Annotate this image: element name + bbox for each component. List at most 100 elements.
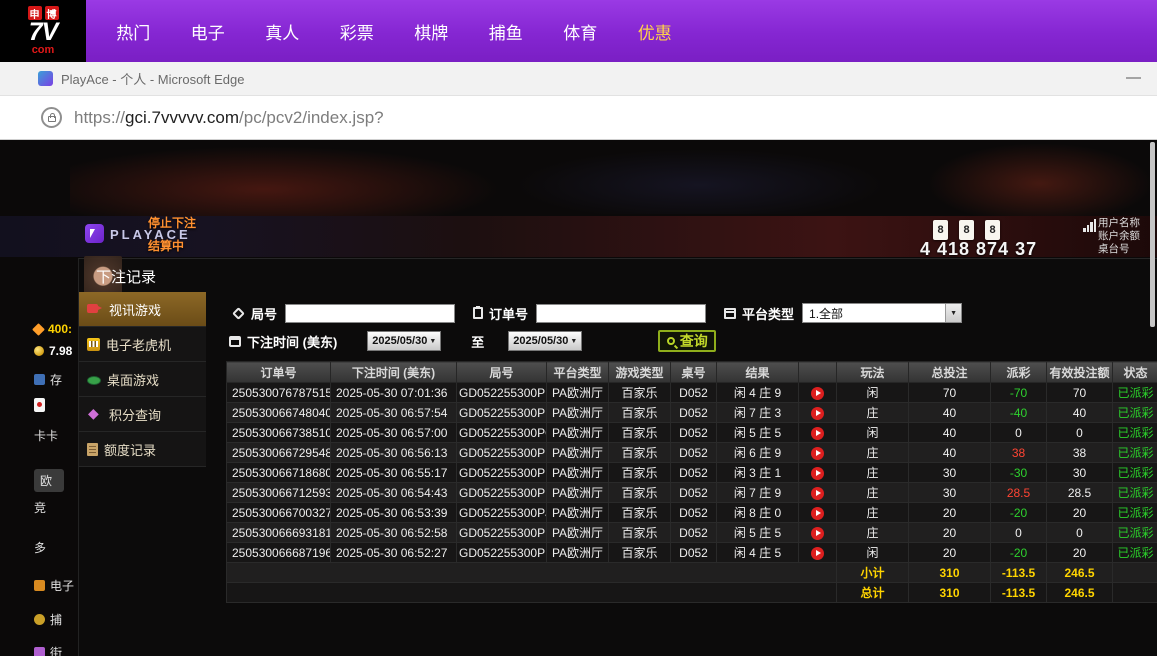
replay-icon[interactable] bbox=[811, 507, 824, 520]
cell-payout: 0 bbox=[991, 523, 1047, 543]
replay-icon[interactable] bbox=[811, 447, 824, 460]
address-bar[interactable]: https://gci.7vvvvv.com/pc/pcv2/index.jsp… bbox=[0, 96, 1157, 140]
cell-play-type: 庄 bbox=[837, 463, 909, 483]
game-status-settling: 结算中 bbox=[148, 237, 184, 254]
cell-round-id: GD052255300PO bbox=[457, 423, 547, 443]
frag-label: 欧 bbox=[40, 472, 52, 489]
round-number-input[interactable] bbox=[285, 304, 455, 323]
column-header: 游戏类型 bbox=[609, 362, 671, 383]
minimize-button[interactable]: — bbox=[1126, 69, 1141, 86]
browser-titlebar: PlayAce - 个人 - Microsoft Edge — bbox=[0, 62, 1157, 96]
replay-icon[interactable] bbox=[811, 547, 824, 560]
table-row: 2505300667186802025-05-30 06:55:17GD0522… bbox=[227, 463, 1157, 483]
nav-item-热门[interactable]: 热门 bbox=[96, 0, 171, 62]
banner-info-label: 桌台号 bbox=[1098, 243, 1140, 256]
replay-icon[interactable] bbox=[811, 407, 824, 420]
platform-type-select[interactable]: 1.全部 ▼ bbox=[802, 303, 962, 323]
modal-menu-item-额度记录[interactable]: 额度记录 bbox=[79, 432, 206, 467]
cell-table-no: D052 bbox=[671, 403, 717, 423]
cell-round-id: GD052255300PJ bbox=[457, 503, 547, 523]
replay-icon[interactable] bbox=[811, 427, 824, 440]
modal-menu-item-积分查询[interactable]: 积分查询 bbox=[79, 397, 206, 432]
to-label: 至 bbox=[471, 332, 484, 351]
cell-total-bet: 40 bbox=[909, 423, 991, 443]
magnifier-icon bbox=[667, 337, 675, 345]
site-logo[interactable]: 申 博 7V com bbox=[0, 0, 86, 62]
cell-status: 已派彩 bbox=[1113, 543, 1157, 563]
url-host: gci.7vvvvv.com bbox=[125, 108, 239, 127]
cell-table-no: D052 bbox=[671, 383, 717, 403]
replay-icon[interactable] bbox=[811, 527, 824, 540]
cell-round-id: GD052255300PU bbox=[457, 383, 547, 403]
modal-menu-item-电子老虎机[interactable]: 电子老虎机 bbox=[79, 327, 206, 362]
fishing-icon bbox=[34, 614, 45, 625]
cell-status: 已派彩 bbox=[1113, 443, 1157, 463]
cell-order-id: 250530066687196 bbox=[227, 543, 331, 563]
nav-item-优惠[interactable]: 优惠 bbox=[618, 0, 693, 62]
replay-icon[interactable] bbox=[811, 467, 824, 480]
frag-label: 多 bbox=[34, 539, 46, 556]
deposit-icon bbox=[34, 374, 45, 385]
filters-row-1: 局号 订单号 平台类型 1.全部 ▼ bbox=[234, 302, 962, 324]
cell-result: 闲 8 庄 0 bbox=[717, 503, 799, 523]
cell-platform: PA欧洲厅 bbox=[547, 383, 609, 403]
modal-menu-item-桌面游戏[interactable]: 桌面游戏 bbox=[79, 362, 206, 397]
cell-table-no: D052 bbox=[671, 443, 717, 463]
nav-item-体育[interactable]: 体育 bbox=[543, 0, 618, 62]
cell-game-type: 百家乐 bbox=[609, 423, 671, 443]
menu-item-label: 视讯游戏 bbox=[109, 300, 161, 319]
table-header-row: 订单号下注时间 (美东)局号平台类型游戏类型桌号结果玩法总投注派彩有效投注额状态 bbox=[227, 362, 1157, 383]
modal-menu-item-视讯游戏[interactable]: 视讯游戏 bbox=[79, 292, 206, 327]
cell-round-id: GD052255300PH bbox=[457, 543, 547, 563]
url-scheme: https:// bbox=[74, 108, 125, 127]
frag-label: 捕 bbox=[50, 611, 62, 628]
nav-item-棋牌[interactable]: 棋牌 bbox=[394, 0, 469, 62]
platform-type-icon bbox=[724, 308, 736, 319]
game-status-stop-betting: 停止下注 bbox=[148, 214, 196, 231]
nav-item-彩票[interactable]: 彩票 bbox=[320, 0, 395, 62]
cell-play-type: 庄 bbox=[837, 523, 909, 543]
total-label: 小计 bbox=[837, 563, 909, 583]
playace-logo-icon bbox=[85, 224, 104, 243]
cell-round-id: GD052255300PM bbox=[457, 463, 547, 483]
column-header: 平台类型 bbox=[547, 362, 609, 383]
modal-menu: 视讯游戏电子老虎机桌面游戏积分查询额度记录 bbox=[79, 292, 206, 467]
round-number-label: 局号 bbox=[251, 304, 277, 323]
cell-valid-bet: 20 bbox=[1047, 503, 1113, 523]
replay-icon[interactable] bbox=[811, 487, 824, 500]
date-to-select[interactable]: 2025/05/30 ▼ bbox=[508, 331, 582, 351]
bet-records-modal: 下注记录 视讯游戏电子老虎机桌面游戏积分查询额度记录 局号 订单号 平台类型 1… bbox=[78, 258, 1157, 656]
cell-order-id: 250530066700327 bbox=[227, 503, 331, 523]
order-number-input[interactable] bbox=[536, 304, 706, 323]
cell-result: 闲 7 庄 9 bbox=[717, 483, 799, 503]
sidebar-fragment: 街 bbox=[34, 644, 62, 656]
playing-card: 8 bbox=[933, 220, 948, 240]
cell-replay bbox=[799, 383, 837, 403]
search-button[interactable]: 查询 bbox=[658, 330, 716, 352]
nav-item-真人[interactable]: 真人 bbox=[245, 0, 320, 62]
column-header: 状态 bbox=[1113, 362, 1157, 383]
cell-result: 闲 3 庄 1 bbox=[717, 463, 799, 483]
scrollbar-thumb[interactable] bbox=[1150, 142, 1155, 327]
cell-game-type: 百家乐 bbox=[609, 503, 671, 523]
table-row: 2505300767875152025-05-30 07:01:36GD0522… bbox=[227, 383, 1157, 403]
arcade-icon bbox=[34, 647, 45, 656]
cell-payout: -20 bbox=[991, 543, 1047, 563]
cell-total-bet: 70 bbox=[909, 383, 991, 403]
cell-bet-time: 2025-05-30 06:56:13 bbox=[331, 443, 457, 463]
cell-replay bbox=[799, 503, 837, 523]
replay-icon[interactable] bbox=[811, 387, 824, 400]
playing-card-icon bbox=[34, 398, 45, 412]
sidebar-fragment: 电子 bbox=[34, 577, 74, 594]
cell-status: 已派彩 bbox=[1113, 463, 1157, 483]
cell-play-type: 闲 bbox=[837, 383, 909, 403]
slot-machine-icon bbox=[87, 338, 100, 351]
valid-bet-sum: 246.5 bbox=[1047, 583, 1113, 603]
nav-item-电子[interactable]: 电子 bbox=[171, 0, 246, 62]
cell-status: 已派彩 bbox=[1113, 423, 1157, 443]
date-from-select[interactable]: 2025/05/30 ▼ bbox=[367, 331, 441, 351]
site-info-lock-icon[interactable] bbox=[41, 107, 62, 128]
nav-item-捕鱼[interactable]: 捕鱼 bbox=[469, 0, 544, 62]
cell-bet-time: 2025-05-30 06:57:00 bbox=[331, 423, 457, 443]
grand-total-row: 总计310-113.5246.5 bbox=[227, 583, 1157, 603]
